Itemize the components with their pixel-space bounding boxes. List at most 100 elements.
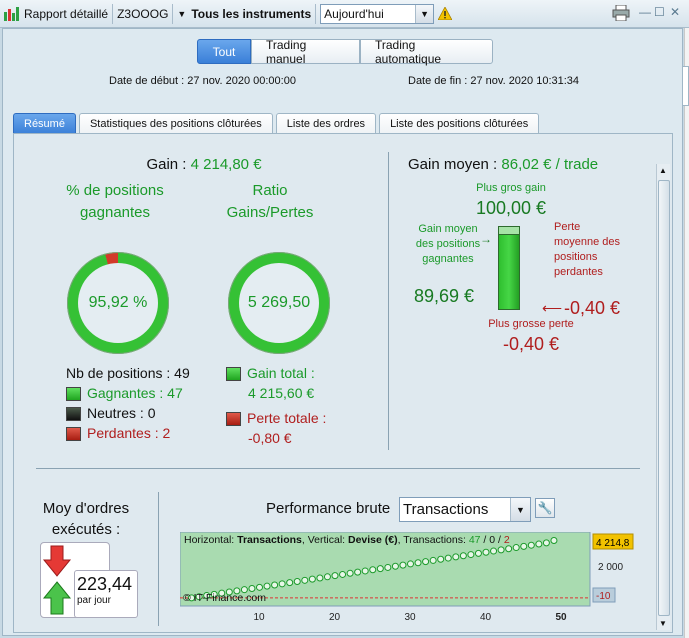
info-vertical: Devise (€): [348, 534, 398, 546]
winners-label: Gagnantes : 47: [87, 385, 183, 401]
data-point: [301, 576, 309, 584]
close-icon[interactable]: ✕: [670, 5, 680, 19]
x-tick-label: 40: [480, 612, 492, 623]
data-point: [271, 581, 279, 589]
tab-liste-ordres[interactable]: Liste des ordres: [275, 113, 377, 134]
data-point: [248, 585, 256, 593]
data-point: [414, 559, 422, 567]
chart-info-line: Horizontal: Transactions, Vertical: Devi…: [184, 534, 510, 546]
period-value: Aujourd'hui: [324, 6, 384, 21]
report-button[interactable]: Rapport détaillé: [0, 0, 112, 28]
winning-pct-value: 95,92 %: [78, 263, 158, 343]
chevron-down-icon: ▼: [510, 498, 530, 521]
info-mid: , Vertical:: [301, 534, 348, 546]
perte-totale-value: -0,80 €: [248, 430, 292, 446]
neutral-label: Neutres : 0: [87, 405, 156, 421]
data-point: [437, 555, 445, 563]
performance-mode-select[interactable]: Transactions ▼: [399, 497, 531, 522]
data-point: [474, 549, 482, 557]
gain-ratio-value: 5 269,50: [239, 263, 319, 343]
order-arrows-icon: [42, 545, 72, 615]
orders-divider: [158, 492, 159, 626]
instruments-dropdown[interactable]: ▼ Tous les instruments: [173, 0, 315, 28]
maximize-icon[interactable]: ☐: [654, 5, 665, 19]
perte-moyenne-label: Perte moyenne des positions perdantes: [554, 221, 621, 278]
dropdown-arrow-icon: ▼: [177, 8, 187, 19]
legend-perte-totale: Perte totale :: [226, 410, 326, 427]
tab-resume[interactable]: Résumé: [13, 113, 76, 134]
data-point: [331, 572, 339, 580]
data-point: [467, 551, 475, 559]
x-tick-label: 10: [254, 612, 266, 623]
gain-total-swatch: [226, 367, 241, 382]
data-point: [286, 579, 294, 587]
y-tick-neg: -10: [596, 591, 611, 602]
gain-label: Gain :: [146, 156, 187, 173]
start-date: Date de début : 27 nov. 2020 00:00:00: [109, 75, 296, 87]
tab-liste-positions[interactable]: Liste des positions clôturées: [379, 113, 540, 134]
segment-trading-manuel[interactable]: Trading manuel: [251, 38, 360, 66]
data-point: [278, 580, 286, 588]
arrow-right-icon: →: [480, 232, 492, 246]
gain-value: 4 214,80 €: [190, 156, 262, 173]
data-point: [256, 583, 263, 591]
arrow-left-icon: ⟵: [542, 300, 563, 316]
orders-value-box: 223,44 par jour: [74, 570, 138, 618]
bottom-section-divider: [36, 468, 640, 469]
legend-neutral: Neutres : 0: [66, 405, 156, 422]
positions-count: Nb de positions : 49: [66, 365, 190, 381]
perte-totale-swatch: [226, 412, 241, 427]
print-icon[interactable]: [612, 4, 630, 24]
tab-statistiques[interactable]: Statistiques des positions clôturées: [78, 113, 273, 134]
y-tick-2000: 2 000: [598, 562, 623, 573]
gain-total-value: 4 215,60 €: [248, 385, 315, 401]
summary-panel: Gain : 4 214,80 € % de positions gagnant…: [13, 133, 673, 633]
gain-ratio-donut: 5 269,50: [228, 252, 330, 354]
info-win: 47: [468, 534, 481, 546]
data-point: [308, 575, 316, 583]
info-prefix: Horizontal:: [184, 534, 238, 546]
perte-moyenne-value: -0,40 €: [564, 298, 621, 318]
period-select[interactable]: Aujourd'hui ▼: [320, 3, 435, 24]
data-point: [527, 541, 535, 549]
warning-icon[interactable]: [434, 0, 456, 28]
toolbar: Rapport détaillé Z3OOOG ▼ Tous les instr…: [0, 0, 689, 28]
gain-range-bar: [498, 226, 520, 310]
legend-losers: Perdantes : 2: [66, 425, 171, 442]
gain-moyen-value: 86,02 € / trade: [501, 156, 599, 173]
info-lose: 2: [503, 534, 510, 546]
plus-grosse-perte-value: -0,40 €: [502, 334, 560, 354]
info-suffix: , Transactions:: [397, 534, 469, 546]
scroll-down-icon[interactable]: ▼: [659, 619, 667, 628]
report-icon: [4, 6, 19, 21]
data-point: [482, 548, 490, 556]
end-date: Date de fin : 27 nov. 2020 10:31:34: [408, 75, 580, 87]
data-point: [263, 582, 271, 590]
losers-label: Perdantes : 2: [87, 425, 171, 441]
gain-moyen-label: Gain moyen :: [408, 156, 498, 173]
data-point: [542, 539, 550, 547]
toolbar-divider: [315, 3, 317, 24]
last-value-label: 4 214,8: [596, 538, 630, 549]
data-point: [535, 540, 543, 548]
plus-gros-gain-label: Plus gros gain: [476, 182, 546, 194]
data-point: [520, 542, 528, 550]
gain-range-bar-top: [498, 226, 520, 235]
pct-title: % de positions gagnantes: [66, 182, 164, 221]
scrollbar-thumb[interactable]: [658, 180, 670, 616]
wrench-icon[interactable]: 🔧: [535, 498, 555, 518]
segment-trading-automatique[interactable]: Trading automatique: [360, 38, 493, 66]
vertical-scrollbar[interactable]: ▲ ▼: [656, 164, 670, 630]
scroll-up-icon[interactable]: ▲: [659, 166, 667, 175]
data-point: [354, 568, 362, 576]
orders-card: 223,44 par jour: [36, 538, 140, 618]
info-sep2: /: [495, 534, 504, 546]
minimize-icon[interactable]: —: [639, 5, 651, 19]
mode-segmented-control: Tout Trading manuel Trading automatique: [197, 38, 493, 66]
performance-chart: 10 20 30 40 50 4 214,8 2 000 -10: [180, 532, 634, 623]
section-divider: [388, 152, 389, 450]
data-point: [497, 546, 505, 554]
segment-tout[interactable]: Tout: [197, 39, 251, 64]
orders-unit: par jour: [77, 595, 111, 606]
account-selector[interactable]: Z3OOOG: [113, 0, 172, 28]
